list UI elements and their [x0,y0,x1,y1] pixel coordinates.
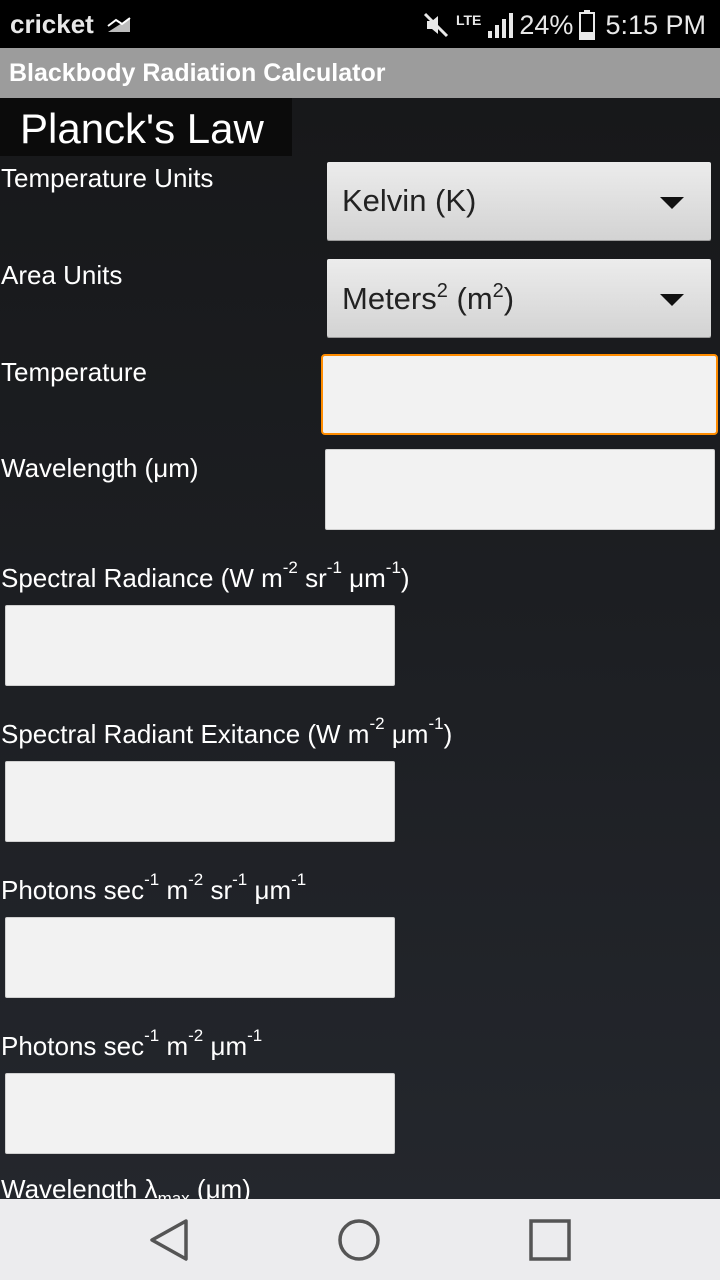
wavelength-label: Wavelength (μm) [1,453,199,483]
photons-sr-label: Photons sec-1 m-2 sr-1 μm-1 [1,870,307,905]
cell-signal-icon [488,13,514,38]
home-icon[interactable] [336,1217,382,1263]
area-units-label: Area Units [1,260,123,290]
chevron-down-icon [660,197,684,209]
temperature-units-dropdown[interactable]: Kelvin (K) [327,162,711,240]
photons-sr-output[interactable] [5,917,395,998]
app-title: Blackbody Radiation Calculator [9,59,386,87]
wavelength-max-label: Wavelength λmax (μm) [1,1174,251,1199]
area-units-value: Meters2 (m2) [342,280,515,316]
wavelength-input[interactable] [325,449,715,530]
section-title: Planck's Law [0,98,292,156]
spectral-exitance-label: Spectral Radiant Exitance (W m-2 μm-1) [1,714,453,749]
temperature-units-value: Kelvin (K) [342,183,477,218]
temperature-label: Temperature [1,357,147,387]
spectral-radiance-output[interactable] [5,605,395,686]
spectral-exitance-output[interactable] [5,761,395,842]
mute-icon [423,12,449,38]
signal-triangle-icon [107,17,131,32]
back-icon[interactable] [146,1217,192,1263]
photons-label: Photons sec-1 m-2 μm-1 [1,1026,263,1061]
battery-icon [579,10,596,40]
status-icons: LTE 24% 5:15 PM [422,8,706,42]
chevron-down-icon [660,294,684,306]
lte-icon: LTE [455,12,482,28]
carrier-name: cricket [10,9,94,39]
section-title-text: Planck's Law [20,105,264,152]
temperature-input[interactable] [321,354,718,435]
photons-output[interactable] [5,1073,395,1154]
recents-icon[interactable] [527,1217,573,1263]
area-units-dropdown[interactable]: Meters2 (m2) [327,259,711,337]
status-bar: cricket LTE 24% 5:15 PM [0,0,720,48]
temperature-units-label: Temperature Units [1,163,214,193]
calculator-form[interactable]: Planck's Law Temperature Units Kelvin (K… [0,98,720,1199]
nav-bar [0,1199,720,1280]
app-bar: Blackbody Radiation Calculator [0,48,720,98]
spectral-radiance-label: Spectral Radiance (W m-2 sr-1 μm-1) [1,558,410,593]
clock: 5:15 PM [605,9,706,40]
battery-percent: 24% [519,9,574,40]
